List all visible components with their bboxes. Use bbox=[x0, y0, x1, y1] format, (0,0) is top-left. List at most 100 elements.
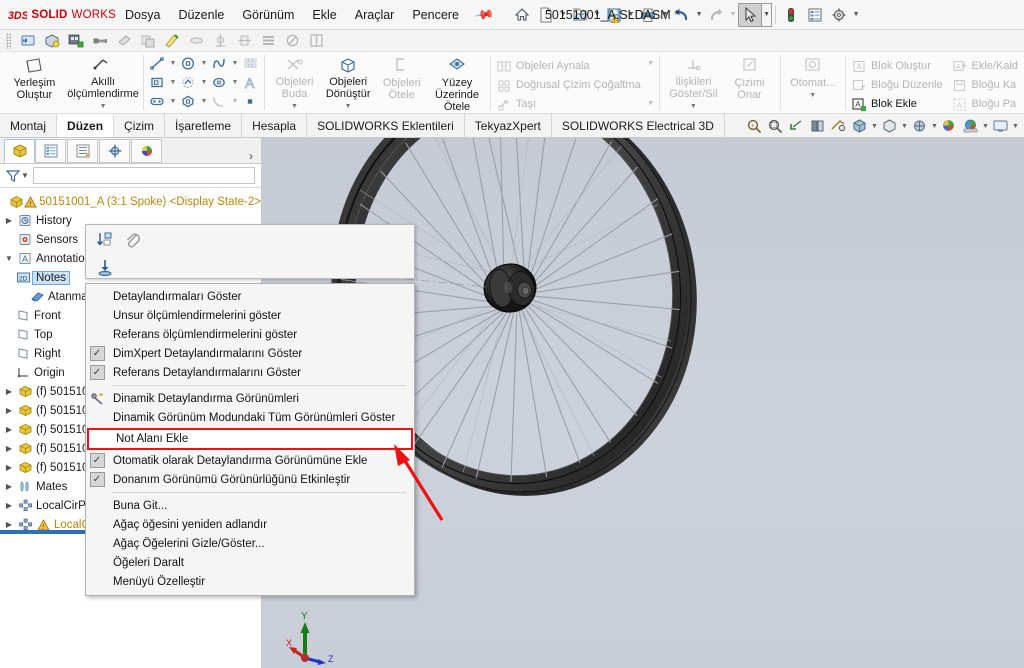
pushpin-icon[interactable]: 📌 bbox=[466, 0, 502, 30]
convert-entities-dropdown-arrow[interactable]: ▼ bbox=[345, 101, 352, 113]
menu-item-not-alani-ekle[interactable]: Not Alanı Ekle bbox=[87, 428, 413, 450]
context-menu[interactable]: Detaylandırmaları Göster Unsur ölçümlend… bbox=[85, 283, 415, 596]
quick-snaps-button[interactable]: Otomat... ▼ bbox=[784, 52, 841, 113]
apply-scene-dropdown-arrow[interactable]: ▼ bbox=[930, 123, 939, 130]
menu-item-buna-git[interactable]: Buna Git... bbox=[86, 496, 414, 515]
ellipse-icon[interactable] bbox=[210, 74, 229, 92]
viewport-layout-dropdown-arrow[interactable]: ▼ bbox=[1011, 123, 1020, 130]
menu-araclar[interactable]: Araçlar bbox=[346, 4, 404, 26]
display-manager-tab[interactable] bbox=[131, 139, 162, 163]
chevron-right-icon[interactable]: › bbox=[249, 149, 261, 163]
tree-expander-component-2[interactable]: ▶ bbox=[2, 406, 16, 415]
apply-scene-icon[interactable] bbox=[909, 115, 930, 137]
tree-root-item[interactable]: ! 50151001_A (3:1 Spoke) <Display State-… bbox=[0, 192, 261, 211]
repair-sketch-button[interactable]: Çizimi Onar bbox=[724, 52, 776, 113]
menu-pencere[interactable]: Pencere bbox=[403, 4, 468, 26]
feature-manager-tab-strip[interactable]: › bbox=[0, 138, 261, 164]
view-orientation-icon[interactable] bbox=[828, 115, 849, 137]
hide-show-items-dropdown-arrow[interactable]: ▼ bbox=[900, 123, 909, 130]
menu-checkbox-donanim[interactable]: ✓ bbox=[86, 472, 108, 487]
rectangle-corner-dropdown-arrow[interactable]: ▼ bbox=[200, 60, 208, 67]
quick-access-toolbar[interactable]: ▼ ▼ ! ▼ ▼ ▼ ▼ ▼ ▼ bbox=[510, 2, 861, 27]
menu-item-dinamik-gorunum-modundaki-tum-gorunumleri-goster[interactable]: Dinamik Görünüm Modundaki Tüm Görünümler… bbox=[86, 408, 414, 427]
tree-expander-pattern-2[interactable]: ▶ bbox=[2, 520, 16, 529]
redo-icon[interactable] bbox=[704, 3, 728, 27]
tree-expander-component-3[interactable]: ▶ bbox=[2, 425, 16, 434]
edit-block-row[interactable]: Bloğu Düzenle bbox=[850, 76, 947, 94]
quick-snaps-dropdown-arrow[interactable]: ▼ bbox=[809, 90, 816, 102]
menu-gorunum[interactable]: Görünüm bbox=[233, 4, 303, 26]
view-heads-up-toolbar[interactable]: + ▼ ▼ ▼ ▼ ▼ bbox=[744, 114, 1020, 138]
menu-duzenle[interactable]: Düzenle bbox=[169, 4, 233, 26]
menu-item-dimxpert-detaylandirmalarini-goster[interactable]: ✓ DimXpert Detaylandırmalarını Göster bbox=[86, 344, 414, 363]
move-entities-row[interactable]: Taşı bbox=[495, 95, 645, 113]
polygon-slot-icon[interactable] bbox=[179, 74, 198, 92]
text-a-icon[interactable]: A bbox=[241, 74, 260, 92]
mirror-entities-row[interactable]: Objeleri Aynala bbox=[495, 57, 645, 75]
line-dropdown-arrow[interactable]: ▼ bbox=[169, 60, 177, 67]
viewport-layout-icon[interactable] bbox=[990, 115, 1011, 137]
rectangle-corner-icon[interactable] bbox=[179, 55, 198, 73]
tree-expander-mates[interactable]: ▶ bbox=[2, 482, 16, 491]
sort-order-icon[interactable] bbox=[92, 228, 118, 252]
move-entities-dropdown-arrow[interactable]: ▼ bbox=[647, 100, 655, 107]
create-layout-button[interactable]: Yerleşim Oluştur bbox=[2, 52, 67, 113]
section-view-icon[interactable] bbox=[807, 115, 828, 137]
insert-block-row[interactable]: A Blok Ekle bbox=[850, 95, 947, 113]
configuration-manager-tab[interactable] bbox=[67, 139, 98, 163]
hide-show-items-icon[interactable] bbox=[879, 115, 900, 137]
select-dropdown-arrow[interactable]: ▼ bbox=[762, 2, 773, 27]
spline-icon[interactable] bbox=[210, 55, 229, 73]
edit-sketch-icon[interactable]: f bbox=[17, 31, 39, 51]
tree-expander-pattern-1[interactable]: ▶ bbox=[2, 501, 16, 510]
point-icon[interactable] bbox=[241, 93, 260, 111]
rebuild-icon[interactable] bbox=[779, 3, 803, 27]
tab-cizim[interactable]: Çizim bbox=[114, 114, 166, 137]
menu-item-dinamik-detaylandirma-gorunumleri[interactable]: Dinamik Detaylandırma Görünümleri bbox=[86, 389, 414, 408]
tab-solidworks-electrical-3d[interactable]: SOLIDWORKS Electrical 3D bbox=[551, 114, 725, 137]
ribbon-toolbar[interactable]: Yerleşim Oluştur Akıllı ölçümlendirme ▼ … bbox=[0, 52, 1024, 114]
hide-component-icon[interactable] bbox=[185, 31, 207, 51]
menu-item-ogeleri-daralt[interactable]: Öğeleri Daralt bbox=[86, 553, 414, 572]
suppress-icon[interactable] bbox=[281, 31, 303, 51]
tree-expander-component-5[interactable]: ▶ bbox=[2, 463, 16, 472]
home-icon[interactable] bbox=[510, 3, 534, 27]
insert-annotation-icon[interactable] bbox=[92, 256, 118, 280]
menu-item-referans-olcumlendirmelerini-goster[interactable]: Referans ölçümlendirmelerini göster bbox=[86, 325, 414, 344]
tab-isaretleme[interactable]: İşaretleme bbox=[165, 114, 243, 137]
tree-expander-component-1[interactable]: ▶ bbox=[2, 387, 16, 396]
convert-entities-button[interactable]: Objeleri Dönüştür ▼ bbox=[321, 52, 376, 113]
trim-entities-button[interactable]: Objeleri Buda ▼ bbox=[269, 52, 321, 113]
toolbar-grip-handle[interactable] bbox=[6, 32, 11, 49]
paperclip-attach-icon[interactable] bbox=[120, 228, 146, 252]
open-document-dropdown-arrow[interactable]: ▼ bbox=[592, 3, 602, 27]
menu-item-agac-ogelerini-gizle-goster[interactable]: Ağaç Öğelerini Gizle/Göster... bbox=[86, 534, 414, 553]
context-mini-toolbar[interactable] bbox=[85, 224, 415, 279]
filter-dropdown-arrow[interactable]: ▼ bbox=[21, 171, 29, 180]
slot-dropdown-arrow[interactable]: ▼ bbox=[169, 98, 177, 105]
smart-dimension-button[interactable]: Akıllı ölçümlendirme ▼ bbox=[67, 52, 140, 113]
offset-entities-button[interactable]: Objeleri Ötele bbox=[376, 52, 428, 113]
view-settings-icon[interactable] bbox=[939, 115, 960, 137]
smart-dimension-dropdown-arrow[interactable]: ▼ bbox=[100, 101, 107, 113]
appearance-dropdown-arrow[interactable]: ▼ bbox=[981, 123, 990, 130]
menu-ekle[interactable]: Ekle bbox=[303, 4, 345, 26]
tree-expander-history[interactable]: ▶ bbox=[2, 216, 16, 225]
copy-with-mates-icon[interactable] bbox=[137, 31, 159, 51]
menu-item-referans-detaylandirmalarini-goster[interactable]: ✓ Referans Detaylandırmalarını Göster bbox=[86, 363, 414, 382]
display-delete-relations-button[interactable]: İlişkileri Göster/Sil ▼ bbox=[663, 52, 723, 113]
menu-item-menuyu-ozellestir[interactable]: Menüyü Özelleştir bbox=[86, 572, 414, 591]
trim-entities-dropdown-arrow[interactable]: ▼ bbox=[291, 101, 298, 113]
display-style-icon[interactable] bbox=[849, 115, 870, 137]
undo-dropdown-arrow[interactable]: ▼ bbox=[694, 3, 704, 27]
menu-item-detaylandirmalari-goster[interactable]: Detaylandırmaları Göster bbox=[86, 287, 414, 306]
move-component-icon[interactable] bbox=[113, 31, 135, 51]
save-icon[interactable]: ! bbox=[602, 3, 626, 27]
zoom-to-fit-icon[interactable]: + bbox=[744, 115, 765, 137]
feature-tree-filter-bar[interactable]: ▼ bbox=[0, 164, 261, 188]
ellipse-dropdown-arrow[interactable]: ▼ bbox=[231, 79, 239, 86]
print-icon[interactable] bbox=[636, 3, 660, 27]
menu-item-unsur-olcumlendirmelerini-goster[interactable]: Unsur ölçümlendirmelerini göster bbox=[86, 306, 414, 325]
make-block-row[interactable]: A Blok Oluştur bbox=[850, 57, 947, 75]
linear-sketch-pattern-row[interactable]: Doğrusal Çizim Çoğaltma bbox=[495, 76, 645, 94]
